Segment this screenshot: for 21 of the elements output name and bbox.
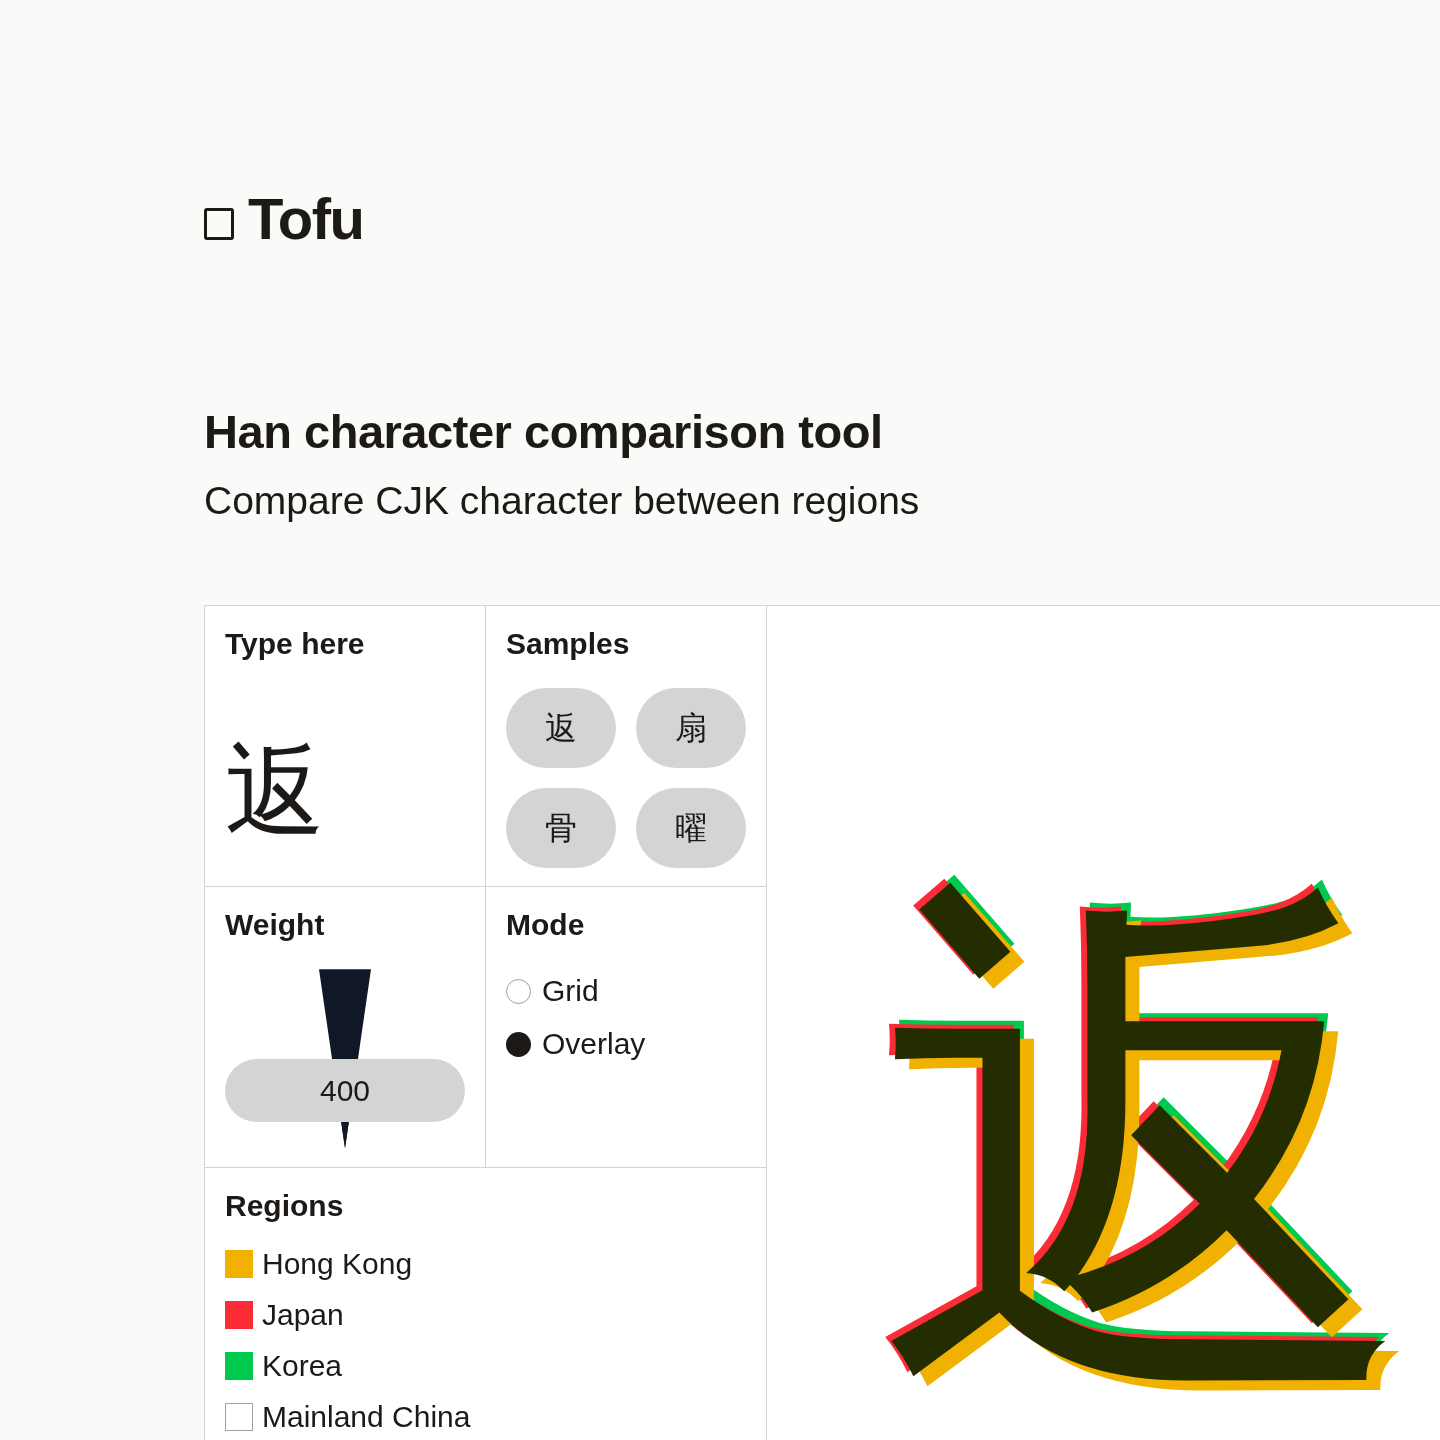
region-toggle[interactable]: Hong Kong	[225, 1246, 413, 1283]
text-input-field[interactable]: 返	[225, 734, 465, 847]
sample-chip[interactable]: 曜	[636, 788, 746, 869]
sample-chip[interactable]: 骨	[506, 788, 616, 869]
radio-option[interactable]: Grid	[506, 973, 599, 1010]
page-title: Han character comparison tool	[204, 404, 883, 460]
section-label: Weight	[225, 907, 325, 944]
radio-option[interactable]: Overlay	[506, 1026, 646, 1063]
region-toggle[interactable]: Japan	[225, 1297, 344, 1334]
sample-chip[interactable]: 返	[506, 688, 616, 769]
page-subtitle: Compare CJK character between regions	[204, 478, 920, 525]
section-label: Mode	[506, 907, 585, 944]
region-toggle[interactable]: Korea	[225, 1348, 343, 1385]
region-toggle[interactable]: Mainland China	[225, 1399, 471, 1436]
sample-chip[interactable]: 扇	[636, 688, 746, 769]
overlay-glyph: 返	[877, 876, 1417, 1417]
section-label: Type here	[225, 626, 365, 663]
section-label: Samples	[506, 626, 630, 663]
section-label: Regions	[225, 1188, 344, 1225]
square-logo-icon	[204, 208, 234, 240]
logo-text: Tofu	[248, 190, 364, 248]
